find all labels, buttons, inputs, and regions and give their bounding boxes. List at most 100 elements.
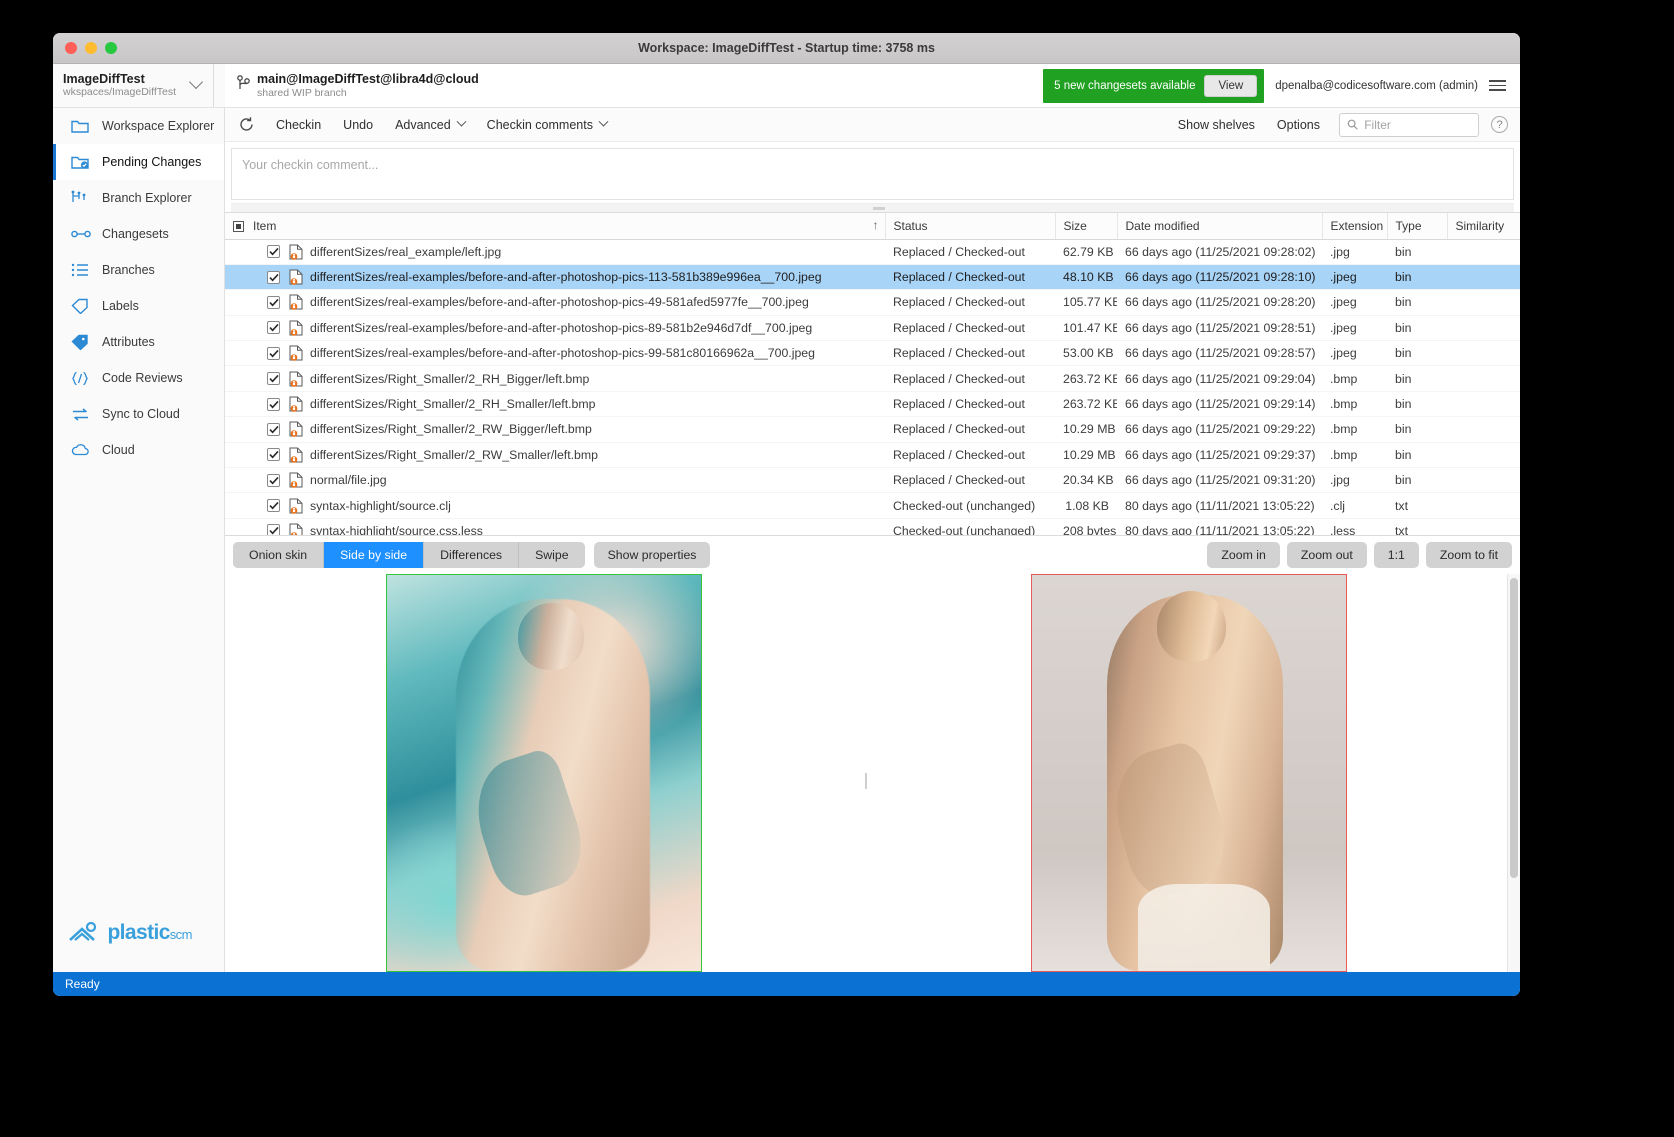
advanced-menu[interactable]: Advanced [384, 108, 476, 141]
select-all-checkbox[interactable] [233, 221, 244, 233]
right-image-panel[interactable] [870, 574, 1507, 972]
sidebar-item-attributes[interactable]: Attributes [53, 324, 224, 360]
scroll-thumb[interactable] [1510, 578, 1518, 878]
filter-input[interactable] [1364, 117, 1471, 132]
table-row[interactable]: differentSizes/real-examples/before-and-… [225, 264, 1520, 291]
table-row[interactable]: syntax-highlight/source.clj Checked-out (… [225, 492, 1520, 519]
column-header-type[interactable]: Type [1387, 213, 1448, 240]
zoom-out-button[interactable]: Zoom out [1286, 542, 1367, 568]
sidebar-item-pending-changes[interactable]: Pending Changes [53, 144, 224, 180]
table-body: differentSizes/real_example/left.jpg Repl… [225, 239, 1520, 545]
sidebar-item-branch-explorer[interactable]: Branch Explorer [53, 180, 224, 216]
app-window: Workspace: ImageDiffTest - Startup time:… [53, 33, 1520, 996]
options-button[interactable]: Options [1266, 108, 1331, 141]
cell-type: bin [1387, 467, 1447, 494]
column-header-item[interactable]: Item ↑ [225, 213, 886, 240]
diff-vertical-scrollbar[interactable] [1507, 574, 1520, 972]
hamburger-icon[interactable] [1489, 80, 1520, 91]
undo-label: Undo [343, 117, 374, 132]
checkin-comments-menu[interactable]: Checkin comments [476, 108, 618, 141]
sidebar-item-workspace-explorer[interactable]: Workspace Explorer [53, 108, 224, 144]
checkin-button[interactable]: Checkin [265, 108, 332, 141]
show-shelves-button[interactable]: Show shelves [1167, 108, 1266, 141]
table-row[interactable]: differentSizes/real_example/left.jpg Repl… [225, 239, 1520, 265]
table-row[interactable]: normal/file.jpg Replaced / Checked-out 20.… [225, 467, 1520, 494]
cell-date-modified: 66 days ago (11/25/2021 09:29:04) [1117, 365, 1322, 392]
table-row[interactable]: differentSizes/real-examples/before-and-… [225, 289, 1520, 316]
checkin-comment-box[interactable]: Your checkin comment... [231, 148, 1514, 200]
show-properties-button[interactable]: Show properties [593, 542, 711, 568]
row-checkbox[interactable] [267, 270, 280, 284]
item-path: differentSizes/Right_Smaller/2_RH_Smalle… [310, 397, 596, 412]
sidebar-item-labels[interactable]: Labels [53, 288, 224, 324]
row-checkbox[interactable] [267, 448, 280, 462]
cell-status: Replaced / Checked-out [885, 365, 1055, 392]
column-header-extension[interactable]: Extension [1322, 213, 1388, 240]
cell-size: 105.77 KB [1055, 289, 1117, 316]
workspace-selector[interactable]: ImageDiffTest wkspaces/ImageDiffTest [53, 64, 225, 107]
sidebar-item-changesets[interactable]: Changesets [53, 216, 224, 252]
comment-resize-handle[interactable] [231, 203, 1514, 212]
user-account[interactable]: dpenalba@codicesoftware.com (admin) [1264, 64, 1489, 107]
sidebar-item-branches[interactable]: Branches [53, 252, 224, 288]
sidebar-item-code-reviews[interactable]: Code Reviews [53, 360, 224, 396]
tab-onion-skin[interactable]: Onion skin [233, 542, 325, 568]
refresh-button[interactable] [233, 112, 259, 138]
chevron-down-icon[interactable] [188, 74, 204, 90]
column-header-size[interactable]: Size [1055, 213, 1118, 240]
table-row[interactable]: differentSizes/real-examples/before-and-… [225, 340, 1520, 367]
item-path: differentSizes/real-examples/before-and-… [310, 320, 813, 335]
tab-swipe[interactable]: Swipe [519, 542, 585, 568]
file-icon [289, 345, 303, 362]
item-path: differentSizes/Right_Smaller/2_RH_Bigger… [310, 371, 590, 386]
resize-grip [872, 207, 885, 210]
left-image-panel[interactable] [225, 574, 862, 972]
maximize-window-button[interactable] [105, 42, 117, 54]
row-checkbox[interactable] [267, 422, 280, 436]
cell-item: differentSizes/real-examples/before-and-… [225, 340, 885, 367]
main-menu-button[interactable] [1489, 64, 1520, 107]
sidebar-item-cloud[interactable]: Cloud [53, 432, 224, 468]
sidebar-item-sync-to-cloud[interactable]: Sync to Cloud [53, 396, 224, 432]
column-header-similarity[interactable]: Similarity [1447, 213, 1520, 240]
view-changesets-button[interactable]: View [1204, 75, 1258, 97]
cell-similarity [1447, 492, 1520, 519]
cell-similarity [1447, 365, 1520, 392]
table-row[interactable]: differentSizes/Right_Smaller/2_RW_Bigger… [225, 416, 1520, 443]
branch-indicator[interactable]: main@ImageDiffTest@libra4d@cloud shared … [225, 64, 1043, 107]
close-window-button[interactable] [65, 42, 77, 54]
column-header-status[interactable]: Status [885, 213, 1056, 240]
cell-similarity [1447, 239, 1520, 265]
row-checkbox[interactable] [267, 499, 280, 513]
table-row[interactable]: differentSizes/real-examples/before-and-… [225, 315, 1520, 342]
row-checkbox[interactable] [267, 295, 280, 309]
row-checkbox[interactable] [267, 245, 280, 259]
logo-text: plastic [107, 921, 170, 945]
row-checkbox[interactable] [267, 346, 280, 360]
filter-box[interactable] [1339, 112, 1479, 137]
table-row[interactable]: differentSizes/Right_Smaller/2_RH_Bigger… [225, 365, 1520, 392]
tab-differences[interactable]: Differences [424, 542, 520, 568]
check-icon [268, 400, 279, 408]
row-checkbox[interactable] [267, 397, 280, 411]
cell-similarity [1447, 467, 1520, 494]
cell-type: bin [1387, 416, 1447, 443]
help-icon[interactable]: ? [1491, 116, 1508, 133]
window-controls[interactable] [53, 42, 117, 54]
row-checkbox[interactable] [267, 473, 280, 487]
undo-button[interactable]: Undo [332, 108, 384, 141]
table-row[interactable]: differentSizes/Right_Smaller/2_RH_Smalle… [225, 391, 1520, 418]
row-checkbox[interactable] [267, 372, 280, 386]
zoom-to-fit-button[interactable]: Zoom to fit [1425, 542, 1512, 568]
cell-status: Checked-out (unchanged) [885, 492, 1055, 519]
show-shelves-label: Show shelves [1177, 117, 1255, 132]
diff-splitter[interactable] [862, 574, 870, 972]
zoom-actual-size-button[interactable]: 1:1 [1373, 542, 1419, 568]
cell-item: syntax-highlight/source.clj [225, 492, 885, 519]
minimize-window-button[interactable] [85, 42, 97, 54]
row-checkbox[interactable] [267, 321, 280, 335]
table-row[interactable]: differentSizes/Right_Smaller/2_RW_Smalle… [225, 442, 1520, 469]
tab-side-by-side[interactable]: Side by side [324, 542, 425, 568]
column-header-date-modified[interactable]: Date modified [1117, 213, 1323, 240]
zoom-in-button[interactable]: Zoom in [1207, 542, 1280, 568]
